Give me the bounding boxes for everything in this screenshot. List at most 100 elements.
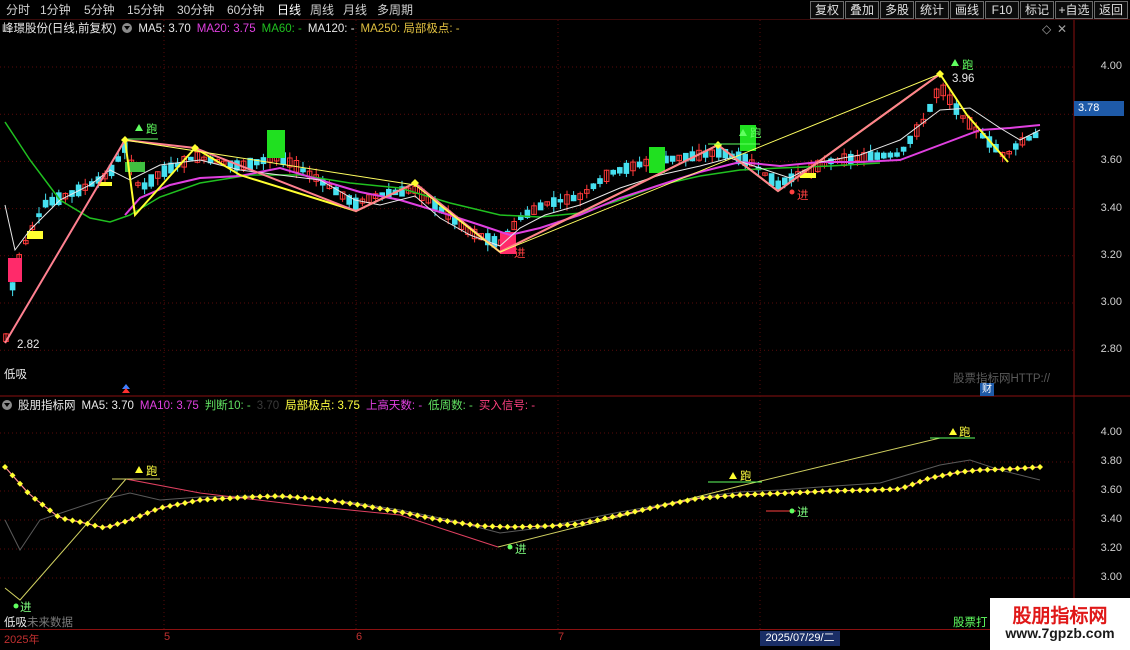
overlay-button[interactable]: 叠加 (845, 1, 879, 19)
ind-ma-dot (17, 480, 23, 487)
indicator-dropdown-icon[interactable] (2, 400, 12, 410)
extreme-diamond (121, 136, 129, 144)
ind-ma-dot (317, 496, 323, 502)
period-tab-15min[interactable]: 15分钟 (127, 2, 164, 18)
back-button[interactable]: 返回 (1094, 1, 1128, 19)
period-tab-fenshi[interactable]: 分时 (6, 2, 30, 18)
f10-button[interactable]: F10 (985, 1, 1019, 19)
candle-body (795, 171, 801, 178)
date-axis: 2025年 5 6 7 2025/07/29/二 (0, 629, 1130, 650)
candle-body (485, 233, 491, 246)
stock-title: 峰璟股份(日线,前复权) (2, 23, 117, 35)
candle-body (504, 230, 511, 238)
period-tab-day[interactable]: 日线 (277, 2, 301, 18)
ind-ma-dot (227, 495, 233, 502)
axis-main-300: 3.00 (1100, 296, 1122, 308)
ind-ma-dot (482, 523, 488, 530)
extreme-diamond (936, 70, 944, 78)
ma250-label: MA250: 局部极点: - (360, 23, 460, 35)
candle-body (920, 118, 927, 124)
candle-body (557, 199, 564, 203)
axis-ind-400: 4.00 (1100, 426, 1122, 438)
multi-stock-button[interactable]: 多股 (880, 1, 914, 19)
candle-body (62, 192, 69, 200)
ind-ma-dot (894, 486, 901, 493)
candle-body (762, 172, 768, 176)
ind-ma-dot (669, 500, 676, 507)
close-icon[interactable]: ✕ (1057, 22, 1067, 36)
ind-ma-dot (632, 508, 638, 515)
candle-body (432, 199, 438, 210)
candle-body (95, 176, 102, 184)
axis-ind-360: 3.60 (1100, 484, 1122, 496)
candle-body (188, 156, 194, 161)
ind-ma-dot (62, 516, 68, 522)
ind-ma-dot (129, 516, 136, 522)
signal-block (125, 162, 145, 172)
ind-ma-dot (107, 523, 113, 530)
candle-body (452, 215, 458, 225)
extreme-diamond (191, 144, 199, 152)
candle-body (75, 184, 82, 197)
period-tab-30min[interactable]: 30分钟 (177, 2, 214, 18)
add-favorite-button[interactable]: +自选 (1055, 1, 1093, 19)
period-tab-5min[interactable]: 5分钟 (84, 2, 115, 18)
period-tab-1min[interactable]: 1分钟 (40, 2, 71, 18)
candle-body (214, 159, 220, 164)
ind-ma-dot (287, 493, 293, 500)
ind-ma-dot (384, 506, 391, 513)
candle-body (491, 236, 498, 248)
fuquan-button[interactable]: 复权 (810, 1, 844, 19)
candle-body (663, 155, 669, 164)
ind-ma-dot (257, 493, 263, 500)
ind-ma-dot (759, 491, 766, 498)
candle-body (729, 153, 735, 158)
candle-body (511, 220, 517, 231)
candle-body (834, 158, 841, 163)
draw-line-button[interactable]: 画线 (950, 1, 984, 19)
ind-ma-dot (212, 496, 218, 503)
watermark-logo: 股朋指标网 www.7gpzb.com (990, 598, 1130, 650)
candle-body (643, 158, 650, 167)
candle-body (161, 165, 168, 177)
extreme-label: 局部极点: 3.75 (285, 400, 360, 412)
dropdown-circle-icon[interactable] (122, 23, 133, 33)
ind-ma-dot (512, 523, 518, 530)
candle-body (392, 189, 399, 196)
ind-ma-dot (977, 467, 983, 473)
in-signal-2: 进 (797, 190, 809, 202)
candle-body (630, 161, 636, 172)
axis-main-400: 4.00 (1100, 60, 1122, 72)
candle-body (544, 201, 551, 206)
ind-grey-line (4, 459, 1041, 551)
stats-button[interactable]: 统计 (915, 1, 949, 19)
candle-body (683, 152, 689, 162)
period-tab-month[interactable]: 月线 (343, 2, 367, 18)
candle-body (89, 181, 95, 187)
mark-button[interactable]: 标记 (1020, 1, 1054, 19)
period-tab-60min[interactable]: 60分钟 (227, 2, 264, 18)
candle-body (267, 155, 273, 163)
candle-body (933, 88, 940, 99)
ind-in-dot (13, 603, 19, 609)
candle-body (320, 178, 326, 186)
period-tab-week[interactable]: 周线 (310, 2, 334, 18)
finance-tag[interactable]: 财 (980, 383, 994, 396)
ind-ma-dot (879, 486, 886, 493)
candle-body (287, 157, 293, 168)
candle-body (115, 156, 122, 162)
date-month-5: 5 (164, 631, 171, 643)
candle-body (815, 160, 821, 173)
ind-ma-dot (182, 500, 188, 506)
candle-body (650, 157, 656, 166)
kline-chart (0, 20, 1130, 629)
candle-body (386, 188, 392, 198)
bottom-marker (122, 388, 130, 393)
ind-ma-dot (474, 522, 481, 529)
period-tab-multi[interactable]: 多周期 (377, 2, 413, 18)
candle-body (359, 198, 366, 204)
ind-ma-dot (467, 521, 473, 528)
diamond-icon[interactable]: ◇ (1042, 22, 1051, 36)
candle-body (676, 154, 683, 162)
date-year: 2025年 (4, 634, 40, 646)
